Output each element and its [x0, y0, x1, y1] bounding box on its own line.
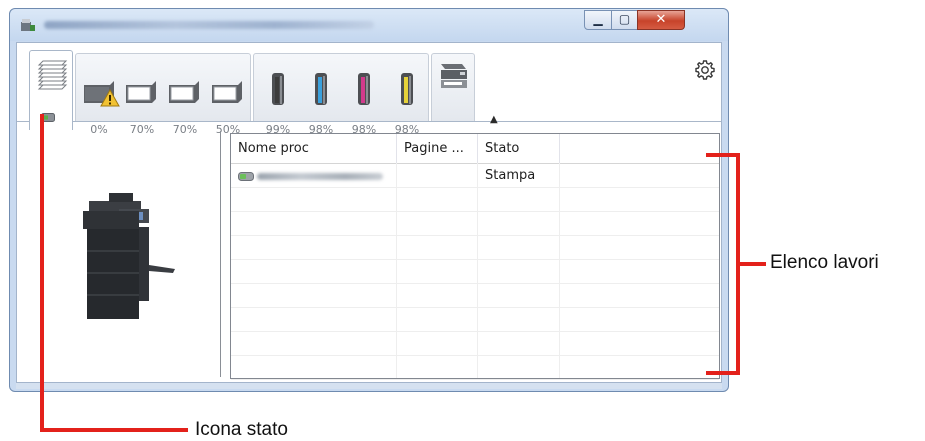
empty-row — [231, 236, 719, 260]
maximize-icon: ▢ — [618, 12, 631, 26]
printer-illustration — [83, 193, 175, 319]
tray-1-icon — [126, 81, 156, 103]
collapse-toolbar-button[interactable]: ▲ — [490, 114, 498, 125]
device-group[interactable] — [431, 53, 475, 121]
minimize-button[interactable]: ▁ — [584, 10, 612, 30]
job-name — [257, 173, 383, 180]
tray-2-icon — [169, 81, 199, 103]
empty-row — [231, 356, 719, 380]
paper-trays-group[interactable]: 0% 70% 70% 50% — [75, 53, 251, 136]
title-bar[interactable]: ▁ ▢ ✕ — [10, 9, 728, 41]
job-list-header: Nome proc Pagine ... Stato — [231, 134, 719, 164]
column-header-pages[interactable]: Pagine ... — [397, 134, 478, 163]
column-header-status[interactable]: Stato — [478, 134, 560, 163]
job-list[interactable]: Nome proc Pagine ... Stato Stampa — [230, 133, 720, 380]
job-pages — [397, 164, 478, 188]
toner-group[interactable]: 99% 98% 98% 98% — [253, 53, 429, 136]
close-icon: ✕ — [655, 12, 667, 27]
app-icon — [21, 19, 35, 31]
job-document-icon — [238, 172, 254, 181]
empty-row — [231, 284, 719, 308]
minimize-icon: ▁ — [593, 12, 603, 26]
empty-row — [231, 308, 719, 332]
empty-row — [231, 332, 719, 356]
toner-magenta-icon — [358, 73, 370, 105]
empty-row — [231, 260, 719, 284]
window-client-area: 0% 70% 70% 50% 99% 98% 98% 98% ▲ Nome pr… — [16, 42, 722, 383]
pane-splitter[interactable] — [220, 131, 221, 377]
callout-bracket-top — [706, 153, 740, 157]
job-status: Stampa — [485, 168, 536, 183]
consumables-toolbar: 0% 70% 70% 50% 99% 98% 98% 98% ▲ — [17, 43, 721, 136]
callout-label-status-icon: Icona stato — [195, 419, 288, 440]
callout-leader-status-horizontal — [40, 428, 188, 432]
callout-bracket-bottom — [706, 371, 740, 375]
job-row[interactable]: Stampa — [231, 164, 719, 188]
callout-leader-status-vertical — [40, 114, 44, 432]
close-button[interactable]: ✕ — [637, 10, 685, 30]
column-header-name[interactable]: Nome proc — [231, 134, 397, 163]
scanner-icon — [441, 64, 467, 88]
callout-leader-job-list — [740, 262, 766, 266]
warning-icon — [100, 89, 120, 107]
toner-black-icon — [272, 73, 284, 105]
window-bottom-frame — [16, 383, 722, 389]
callout-label-job-list: Elenco lavori — [770, 252, 879, 273]
toner-cyan-icon — [315, 73, 327, 105]
printer-image-pane — [17, 131, 217, 384]
paper-stack-icon — [37, 60, 68, 90]
empty-row — [231, 188, 719, 212]
tray-3-icon — [212, 81, 242, 103]
empty-row — [231, 212, 719, 236]
window-title — [44, 21, 374, 29]
settings-gear-icon[interactable] — [694, 59, 716, 81]
maximize-button[interactable]: ▢ — [611, 10, 638, 30]
status-monitor-window: ▁ ▢ ✕ 0% 70% 70% 50% 99% 98% 98% 98% ▲ N… — [9, 8, 729, 392]
toner-yellow-icon — [401, 73, 413, 105]
